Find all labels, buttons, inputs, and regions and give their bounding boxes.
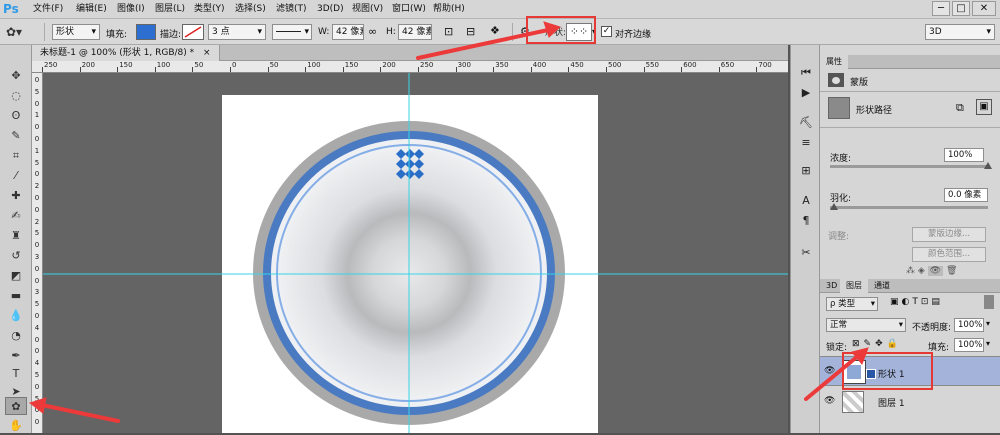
arrowhead: [851, 347, 869, 365]
arrow-line: [40, 403, 120, 423]
arrowhead: [28, 397, 47, 414]
annotation-arrows: [28, 21, 869, 423]
arrow-line: [804, 354, 860, 401]
arrowhead: [543, 21, 561, 38]
arrow-line: [416, 28, 550, 60]
